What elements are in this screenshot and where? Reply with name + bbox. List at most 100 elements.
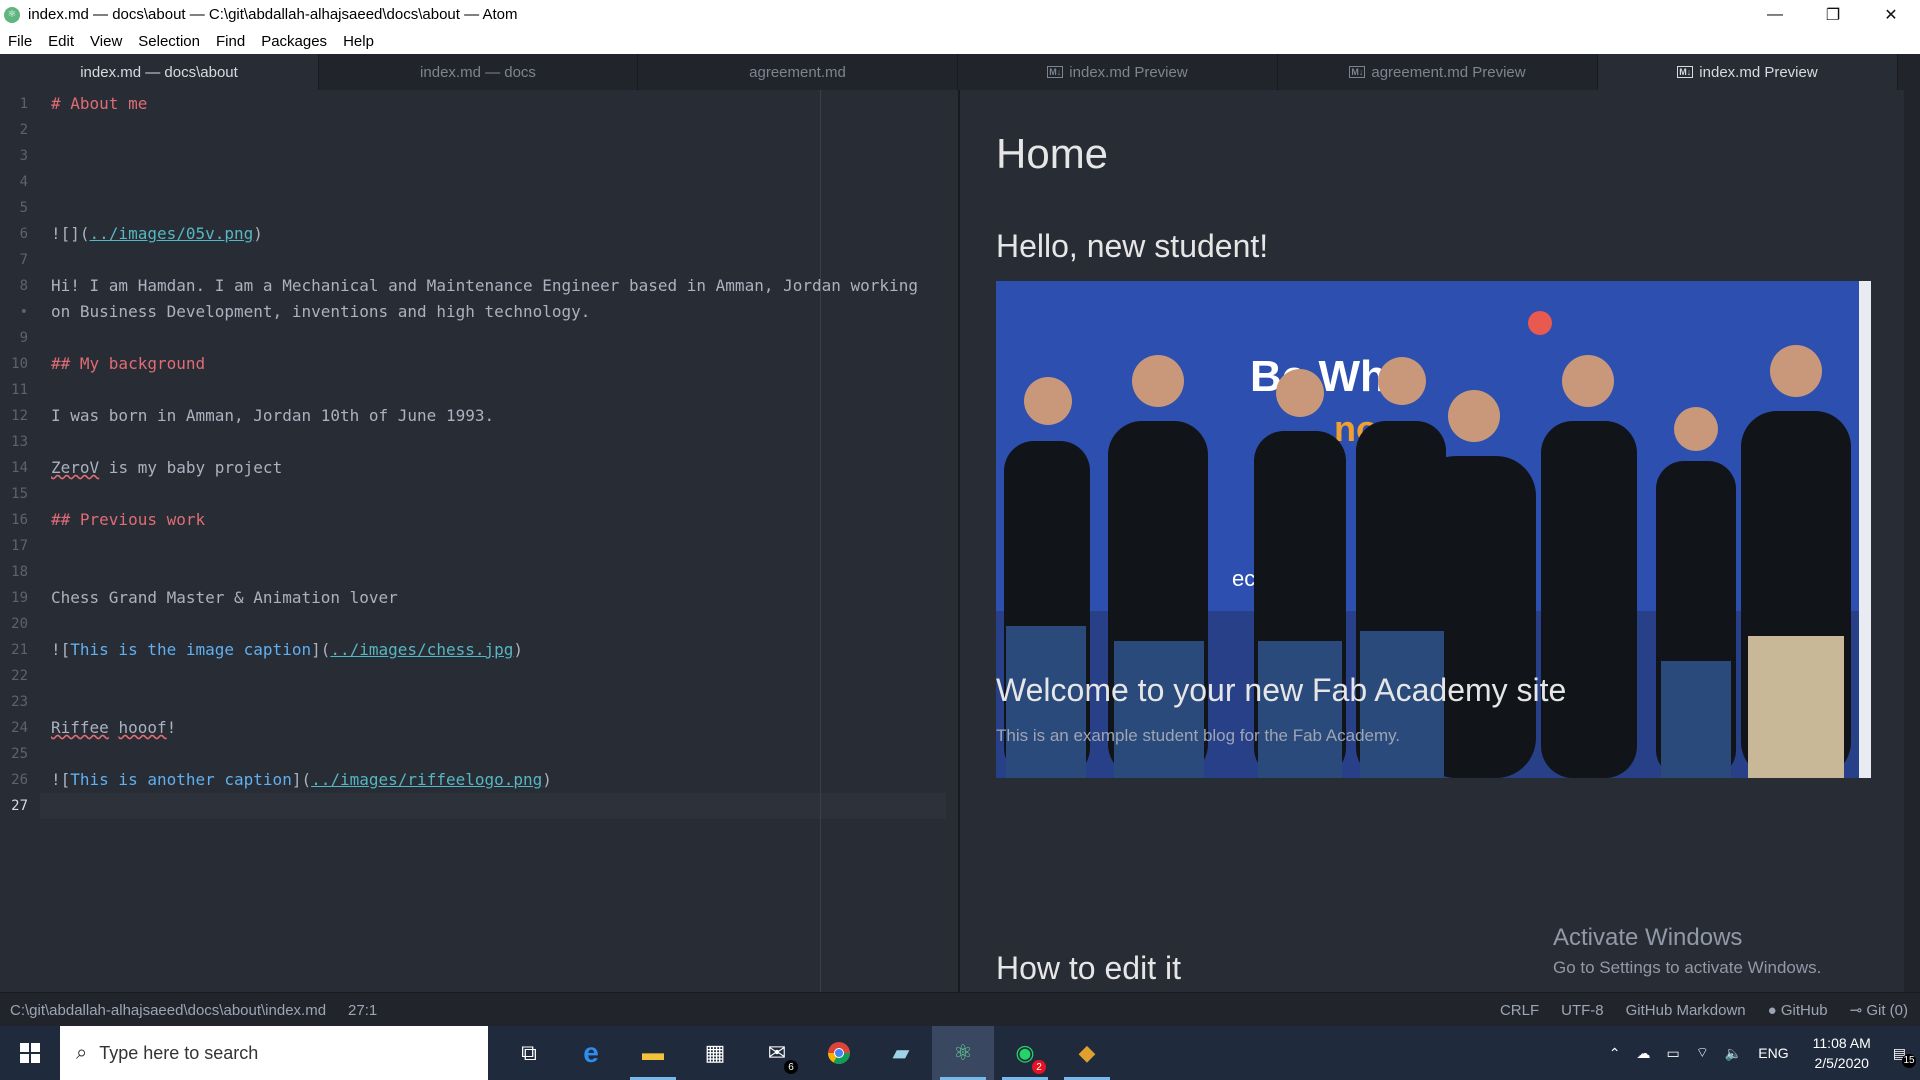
volume-icon[interactable]: 🔈 <box>1725 1045 1742 1062</box>
notification-count: 15 <box>1902 1053 1916 1068</box>
menu-selection[interactable]: Selection <box>130 33 208 50</box>
code-line-8: Hi! I am Hamdan. I am a Mechanical and M… <box>51 276 918 295</box>
image-link[interactable]: ../images/05v.png <box>90 224 254 243</box>
menu-file[interactable]: File <box>0 33 40 50</box>
line-number: 14 <box>11 460 28 476</box>
search-placeholder: Type here to search <box>99 1042 259 1063</box>
cursor-position[interactable]: 27:1 <box>348 1002 377 1019</box>
code-line-21: ![This is the image caption](../images/c… <box>51 640 523 659</box>
code-line-6: ![](../images/05v.png) <box>51 224 263 243</box>
line-number: 13 <box>11 434 28 450</box>
md-syntax: ) <box>253 224 263 243</box>
github-icon: ● <box>1767 1001 1777 1019</box>
line-number: 5 <box>19 200 28 216</box>
image-caption: This is the image caption <box>70 640 312 659</box>
task-view-icon[interactable]: ⧉ <box>498 1026 560 1080</box>
clock[interactable]: 11:08 AM 2/5/2020 <box>1813 1033 1871 1073</box>
mail-icon[interactable]: ✉ 6 <box>746 1026 808 1080</box>
preview-heading-hello: Hello, new student! <box>996 228 1269 264</box>
line-number: 2 <box>19 122 28 138</box>
minimize-button[interactable]: — <box>1746 0 1804 29</box>
github-panel-button[interactable]: ● GitHub <box>1768 1002 1828 1019</box>
tab-index-md-docs[interactable]: index.md — docs <box>319 54 638 90</box>
markdown-icon: M↓ <box>1677 66 1694 78</box>
language-indicator[interactable]: ENG <box>1758 1045 1788 1061</box>
tab-index-md-preview[interactable]: M↓ index.md Preview <box>958 54 1278 90</box>
status-bar-right: CRLF UTF-8 GitHub Markdown ● GitHub ⊸ Gi… <box>1500 993 1908 1027</box>
atom-taskbar-icon[interactable]: ⚛ <box>932 1026 994 1080</box>
tab-agreement-md[interactable]: agreement.md <box>638 54 958 90</box>
menu-edit[interactable]: Edit <box>40 33 82 50</box>
search-icon: ⌕ <box>76 1041 88 1064</box>
microsoft-store-icon[interactable]: ▦ <box>684 1026 746 1080</box>
line-number: 7 <box>19 252 28 268</box>
line-number: 26 <box>11 772 28 788</box>
editor-pane[interactable]: 1 2 3 4 5 6 7 8 • 9 10 11 12 13 14 15 16… <box>0 90 958 992</box>
image-link[interactable]: ../images/chess.jpg <box>330 640 513 659</box>
md-syntax: ]( <box>311 640 331 659</box>
line-number: 6 <box>19 226 28 242</box>
line-ending-selector[interactable]: CRLF <box>1500 1002 1539 1019</box>
md-syntax: ![ <box>51 770 71 789</box>
clock-time: 11:08 AM <box>1812 1035 1871 1051</box>
line-number: 17 <box>11 538 28 554</box>
edge-browser-icon[interactable]: e <box>560 1026 622 1080</box>
line-number: 16 <box>11 512 28 528</box>
activate-windows-title: Activate Windows <box>1553 924 1743 951</box>
code-text: ! <box>166 718 177 737</box>
line-number: 21 <box>11 642 28 658</box>
whatsapp-icon[interactable]: ◉ 2 <box>994 1026 1056 1080</box>
tab-index-md-preview-active[interactable]: M↓ index.md Preview <box>1598 54 1898 90</box>
md-syntax: ![ <box>51 640 71 659</box>
menu-packages[interactable]: Packages <box>253 33 335 50</box>
notification-center-icon[interactable]: ▤ 15 <box>1893 1045 1916 1068</box>
menu-view[interactable]: View <box>82 33 130 50</box>
window-controls: — ❐ ✕ <box>1746 0 1920 29</box>
md-syntax: ) <box>542 770 552 789</box>
grammar-selector[interactable]: GitHub Markdown <box>1626 1002 1746 1019</box>
line-number-current: 27 <box>11 798 28 814</box>
md-syntax: ) <box>513 640 524 659</box>
menu-bar: File Edit View Selection Find Packages H… <box>0 29 1920 54</box>
window-title: index.md — docs\about — C:\git\abdallah-… <box>28 6 518 23</box>
notepad-icon[interactable]: ▰ <box>870 1026 932 1080</box>
menu-help[interactable]: Help <box>335 33 382 50</box>
file-explorer-icon[interactable]: ▬ <box>622 1026 684 1080</box>
image-link[interactable]: ../images/riffeelogo.png <box>311 770 542 789</box>
git-panel-button[interactable]: ⊸ Git (0) <box>1850 1001 1908 1019</box>
preview-title: Home <box>996 130 1109 177</box>
taskbar-search-box[interactable]: ⌕ Type here to search <box>60 1026 488 1080</box>
battery-icon[interactable]: ▭ <box>1666 1045 1679 1062</box>
code-line-14: ZeroV is my baby project <box>51 458 282 477</box>
line-number: 10 <box>11 356 28 372</box>
menu-find[interactable]: Find <box>208 33 253 50</box>
git-commit-icon: ⊸ <box>1849 1002 1863 1019</box>
chevron-up-icon[interactable]: ⌃ <box>1609 1045 1621 1062</box>
preview-heading-welcome: Welcome to your new Fab Academy site <box>996 672 1567 708</box>
onedrive-icon[interactable]: ☁ <box>1636 1045 1650 1062</box>
preview-scrollbar[interactable] <box>1904 90 1920 992</box>
file-path[interactable]: C:\git\abdallah-alhajsaeed\docs\about\in… <box>10 1002 326 1019</box>
activate-windows-subtitle: Go to Settings to activate Windows. <box>1553 958 1822 977</box>
wifi-icon[interactable]: ⌔ <box>1696 1044 1709 1062</box>
wrap-guide <box>820 90 821 992</box>
banner-text-3: ec <box>1232 566 1255 591</box>
git-gui-icon[interactable]: ◆ <box>1056 1026 1118 1080</box>
encoding-selector[interactable]: UTF-8 <box>1561 1002 1604 1019</box>
tab-index-md-about[interactable]: index.md — docs\about <box>0 54 319 90</box>
tab-agreement-md-preview[interactable]: M↓ agreement.md Preview <box>1278 54 1598 90</box>
chrome-icon[interactable] <box>808 1026 870 1080</box>
windows-logo-icon <box>20 1043 40 1063</box>
markdown-preview-pane[interactable]: Home Hello, new student! Be Whe nova ec <box>960 90 1920 992</box>
code-line-12: I was born in Amman, Jordan 10th of June… <box>51 406 495 425</box>
tab-bar: index.md — docs\about index.md — docs ag… <box>0 54 1920 90</box>
code-line-10: ## My background <box>51 354 206 373</box>
maximize-button[interactable]: ❐ <box>1804 0 1862 29</box>
close-button[interactable]: ✕ <box>1862 0 1920 29</box>
tab-label: index.md Preview <box>1069 63 1188 81</box>
windows-start-button[interactable] <box>0 1026 60 1080</box>
cursor-line-highlight <box>40 793 946 819</box>
tab-label: index.md — docs\about <box>80 63 238 81</box>
misspelled-word: hooof <box>118 718 167 737</box>
code-line-26: ![This is another caption](../images/rif… <box>51 770 552 789</box>
